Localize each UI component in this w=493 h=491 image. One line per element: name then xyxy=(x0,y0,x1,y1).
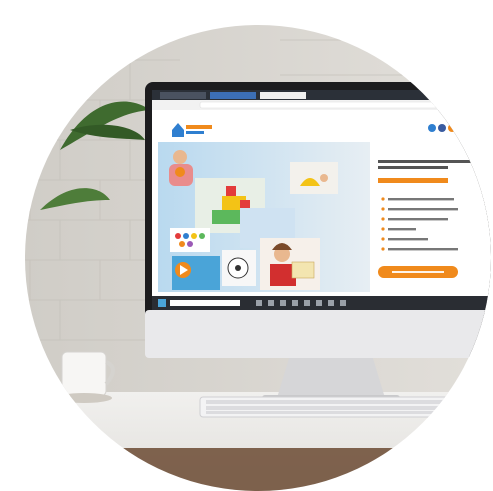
photo-beads xyxy=(170,228,210,252)
monitor-chin xyxy=(145,310,491,358)
cup-icon xyxy=(56,351,115,403)
monitor-screen xyxy=(152,90,491,310)
monitor-stand xyxy=(277,355,385,398)
photo-child-2 xyxy=(260,238,320,290)
photo-ball xyxy=(222,250,256,286)
photo-craft xyxy=(290,162,338,194)
play-icon[interactable] xyxy=(172,256,220,290)
keyboard-icon xyxy=(199,396,471,418)
photo-scene xyxy=(25,25,491,491)
